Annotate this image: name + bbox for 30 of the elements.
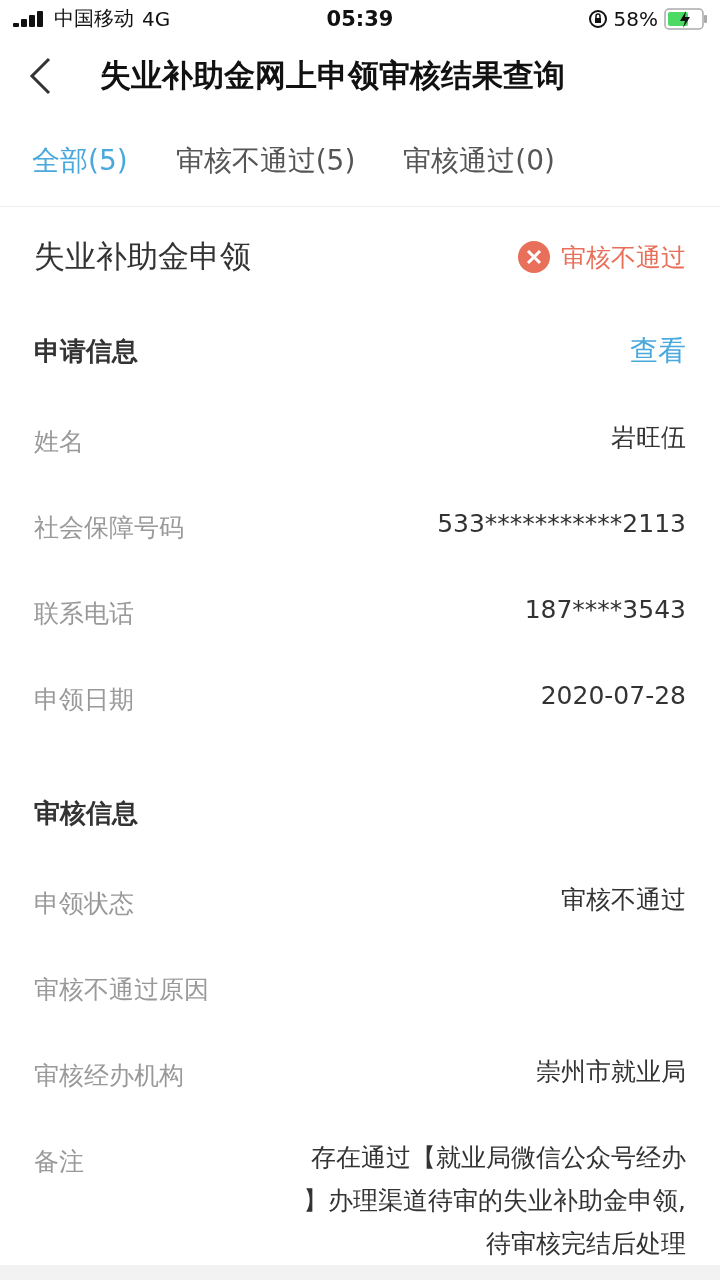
field-label: 社会保障号码 xyxy=(34,512,184,545)
field-value: 岩旺伍 xyxy=(611,422,686,455)
field-value: 533***********2113 xyxy=(437,508,686,541)
carrier-name: 中国移动 xyxy=(54,5,134,33)
field-value: 187****3543 xyxy=(524,594,686,627)
filter-tab[interactable]: 审核通过(0) xyxy=(403,141,555,180)
field-value: 崇州市就业局 xyxy=(536,1056,686,1089)
field-label: 申领状态 xyxy=(34,888,134,921)
section-title: 审核信息 xyxy=(34,796,138,830)
field-label: 姓名 xyxy=(34,426,84,459)
status-text: 审核不通过 xyxy=(561,241,686,274)
section-title: 申请信息 xyxy=(34,334,138,368)
field-label: 联系电话 xyxy=(34,598,134,631)
field-value: 审核不通过 xyxy=(561,884,686,917)
card-title: 失业补助金申领 xyxy=(34,237,251,277)
field-value: 存在通过【就业局微信公众号经办 】办理渠道待审的失业补助金申领, 待审核完结后处理 xyxy=(303,1142,686,1261)
rotation-lock-icon xyxy=(587,8,608,29)
field-label: 审核不通过原因 xyxy=(34,974,209,1007)
signal-icon xyxy=(12,10,46,27)
page-title: 失业补助金网上申领审核结果查询 xyxy=(100,56,565,96)
field-label: 审核经办机构 xyxy=(34,1060,184,1093)
filter-tab[interactable]: 审核不通过(5) xyxy=(175,141,356,180)
clock-time: 05:39 xyxy=(326,6,394,31)
back-icon xyxy=(28,57,52,96)
battery-percent: 58% xyxy=(613,6,658,31)
battery-charging-icon xyxy=(664,7,708,30)
field-label: 申领日期 xyxy=(34,684,134,717)
field-label: 备注 xyxy=(34,1146,84,1179)
network-type: 4G xyxy=(142,6,171,31)
field-value: 2020-07-28 xyxy=(540,680,686,713)
